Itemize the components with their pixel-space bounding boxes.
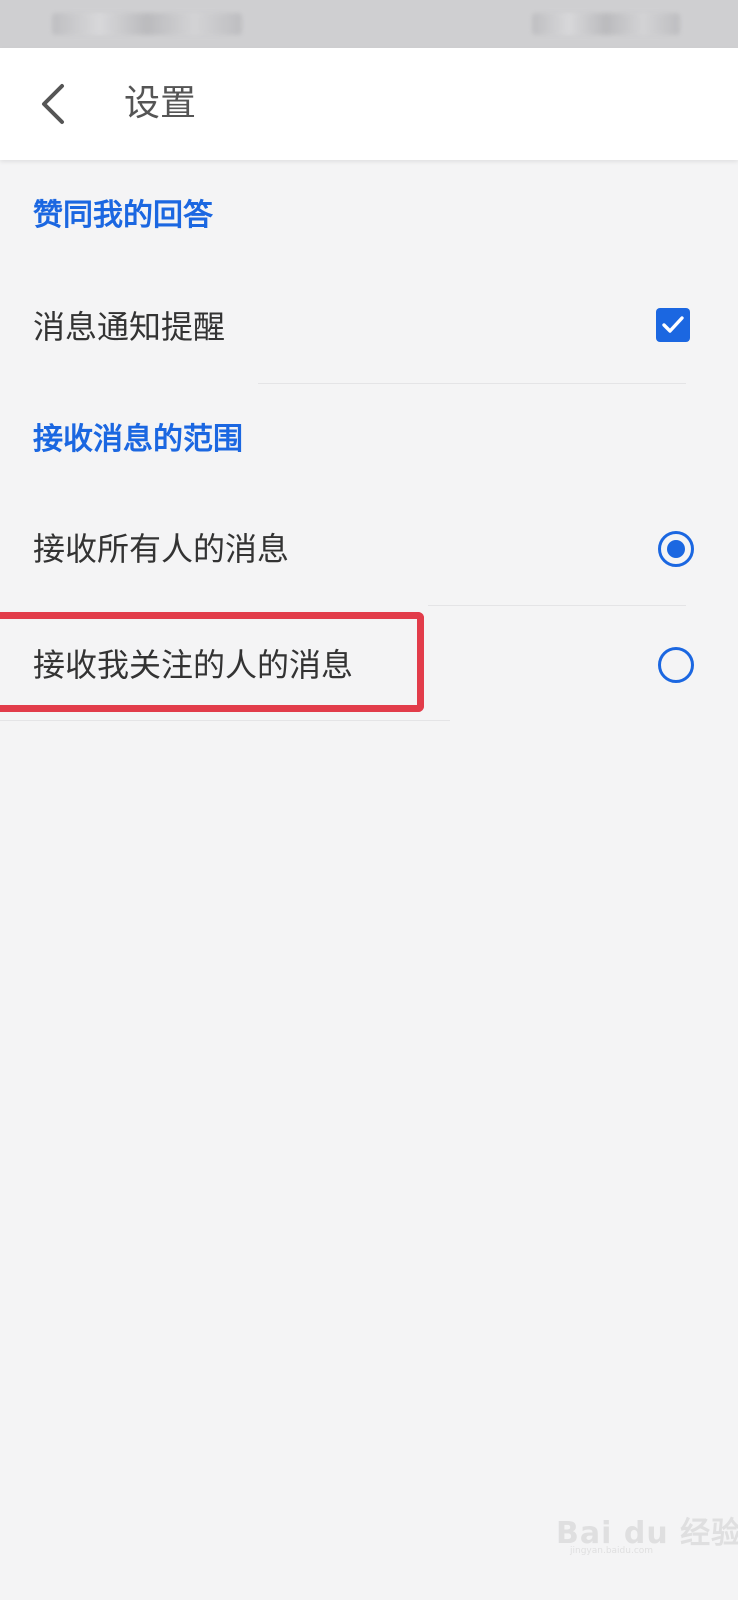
divider — [428, 605, 686, 606]
section-title-like: 赞同我的回答 — [33, 198, 213, 233]
radio-icon[interactable] — [658, 531, 694, 567]
status-bar-left-blurred — [52, 13, 242, 35]
scope-option-following-label: 接收我关注的人的消息 — [33, 646, 354, 684]
notify-setting-row[interactable]: 消息通知提醒 — [0, 270, 738, 384]
radio-icon[interactable] — [658, 647, 694, 683]
status-bar — [0, 0, 738, 48]
baidu-watermark-logo: Bai du 经验 jingyan.baidu.com — [556, 1508, 738, 1558]
watermark-subtext: jingyan.baidu.com — [570, 1546, 654, 1556]
divider — [258, 383, 686, 384]
divider — [0, 720, 450, 721]
app-bar: 设置 — [0, 48, 738, 160]
notify-setting-label: 消息通知提醒 — [33, 308, 226, 346]
notify-checkbox[interactable] — [656, 308, 690, 342]
status-bar-right-blurred — [532, 13, 680, 35]
page-title: 设置 — [124, 83, 197, 124]
section-title-scope: 接收消息的范围 — [33, 422, 243, 457]
scope-option-following[interactable]: 接收我关注的人的消息 — [0, 610, 738, 720]
scope-option-all[interactable]: 接收所有人的消息 — [0, 494, 738, 604]
checkmark-icon — [662, 316, 684, 333]
chevron-left-icon — [42, 84, 64, 124]
back-button[interactable] — [28, 76, 84, 132]
scope-option-all-label: 接收所有人的消息 — [33, 530, 290, 568]
